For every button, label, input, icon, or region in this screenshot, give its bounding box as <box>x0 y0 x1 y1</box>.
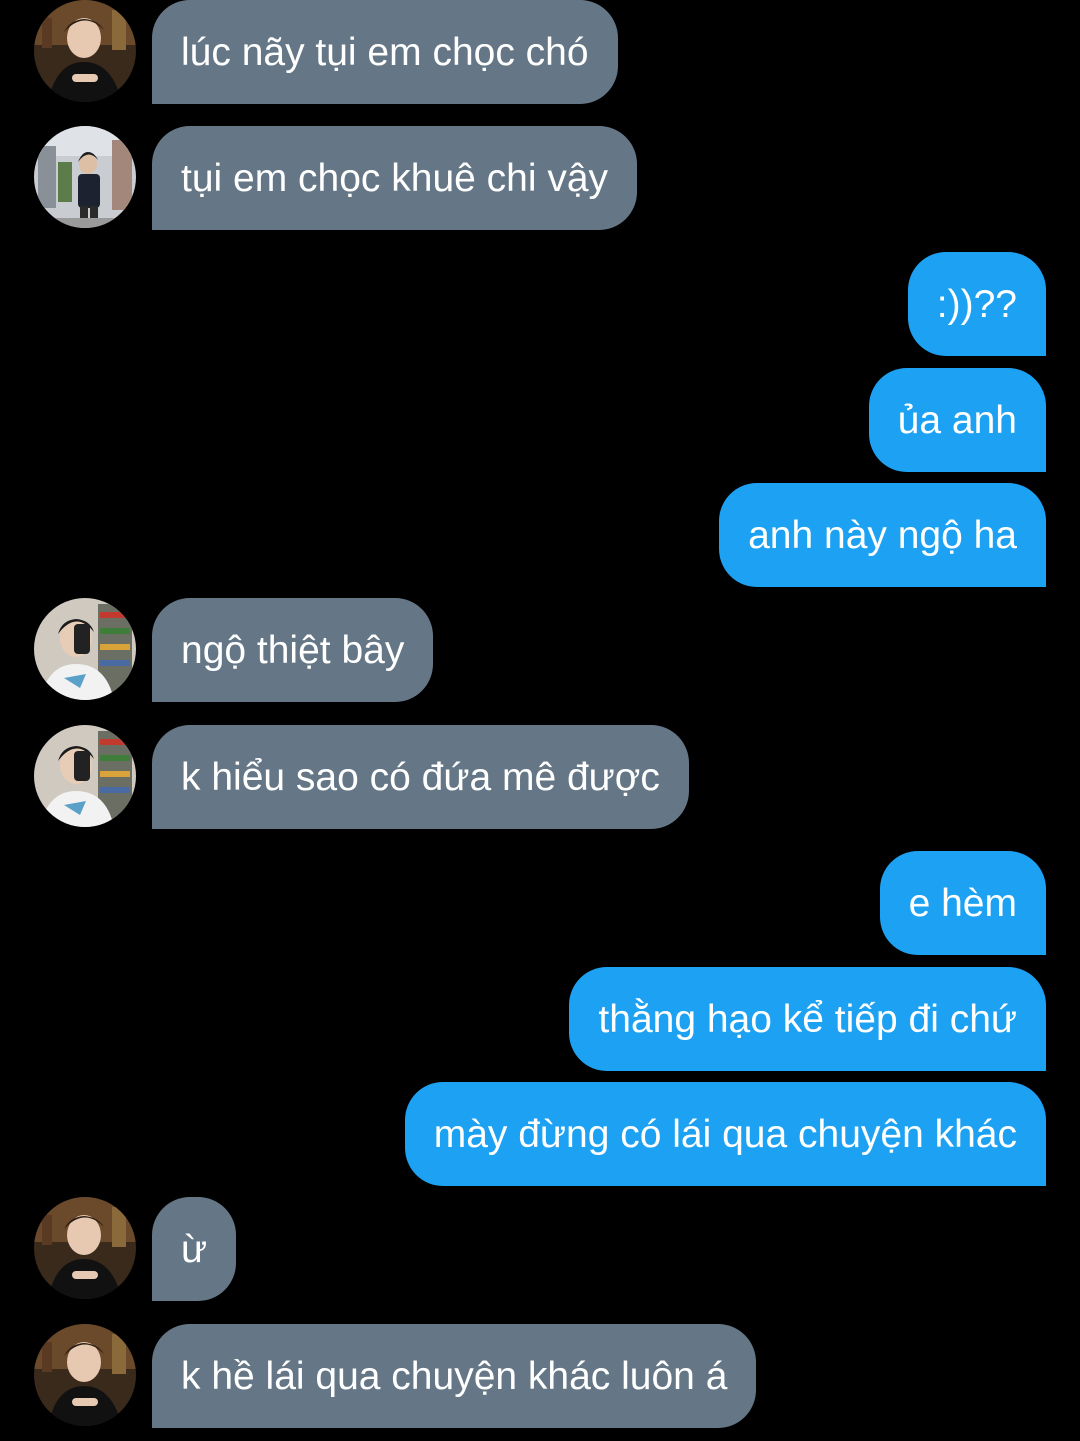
sender-avatar[interactable] <box>34 1197 136 1299</box>
message-row: tụi em chọc khuê chi vậy <box>0 126 1080 230</box>
sender-c-avatar-icon <box>34 725 136 827</box>
message-text: e hèm <box>908 881 1017 925</box>
message-text: mày đừng có lái qua chuyện khác <box>433 1112 1017 1156</box>
message-text: ừ <box>181 1227 208 1271</box>
message-row: k hiểu sao có đứa mê được <box>0 725 1080 829</box>
message-text: k hiểu sao có đứa mê được <box>181 755 660 799</box>
sender-avatar[interactable] <box>34 126 136 228</box>
received-message-bubble[interactable]: k hề lái qua chuyện khác luôn á <box>152 1324 757 1428</box>
received-message-bubble[interactable]: ừ <box>152 1197 237 1301</box>
sender-avatar[interactable] <box>34 725 136 827</box>
sender-avatar[interactable] <box>34 598 136 700</box>
message-text: anh này ngộ ha <box>748 513 1017 557</box>
message-row: e hèm <box>0 851 1080 955</box>
message-text: :))?? <box>936 282 1017 326</box>
message-row: anh này ngộ ha <box>0 483 1080 587</box>
sender-c-avatar-icon <box>34 598 136 700</box>
message-text: thằng hạo kể tiếp đi chứ <box>598 997 1017 1041</box>
sent-message-bubble[interactable]: ủa anh <box>868 368 1046 472</box>
sender-a-avatar-icon <box>34 1197 136 1299</box>
received-message-bubble[interactable]: k hiểu sao có đứa mê được <box>152 725 689 829</box>
message-row: lúc nãy tụi em chọc chó <box>0 0 1080 104</box>
message-text: lúc nãy tụi em chọc chó <box>181 30 589 74</box>
message-row: ừ <box>0 1197 1080 1301</box>
sent-message-bubble[interactable]: mày đừng có lái qua chuyện khác <box>404 1082 1046 1186</box>
sent-message-bubble[interactable]: anh này ngộ ha <box>719 483 1046 587</box>
message-text: ủa anh <box>897 398 1017 442</box>
message-row: k hề lái qua chuyện khác luôn á <box>0 1324 1080 1428</box>
message-text: ngộ thiệt bây <box>181 628 405 672</box>
message-row: thằng hạo kể tiếp đi chứ <box>0 967 1080 1071</box>
sent-message-bubble[interactable]: thằng hạo kể tiếp đi chứ <box>569 967 1046 1071</box>
received-message-bubble[interactable]: ngộ thiệt bây <box>152 598 434 702</box>
received-message-bubble[interactable]: lúc nãy tụi em chọc chó <box>152 0 618 104</box>
sender-avatar[interactable] <box>34 1324 136 1426</box>
message-text: tụi em chọc khuê chi vậy <box>181 156 609 200</box>
sent-message-bubble[interactable]: e hèm <box>879 851 1046 955</box>
message-row: :))?? <box>0 252 1080 356</box>
received-message-bubble[interactable]: tụi em chọc khuê chi vậy <box>152 126 638 230</box>
message-row: ngộ thiệt bây <box>0 598 1080 702</box>
sender-a-avatar-icon <box>34 0 136 102</box>
message-row: ủa anh <box>0 368 1080 472</box>
message-text: k hề lái qua chuyện khác luôn á <box>181 1354 728 1398</box>
sender-a-avatar-icon <box>34 1324 136 1426</box>
sender-b-avatar-icon <box>34 126 136 228</box>
sender-avatar[interactable] <box>34 0 136 102</box>
message-row: mày đừng có lái qua chuyện khác <box>0 1082 1080 1186</box>
sent-message-bubble[interactable]: :))?? <box>907 252 1046 356</box>
